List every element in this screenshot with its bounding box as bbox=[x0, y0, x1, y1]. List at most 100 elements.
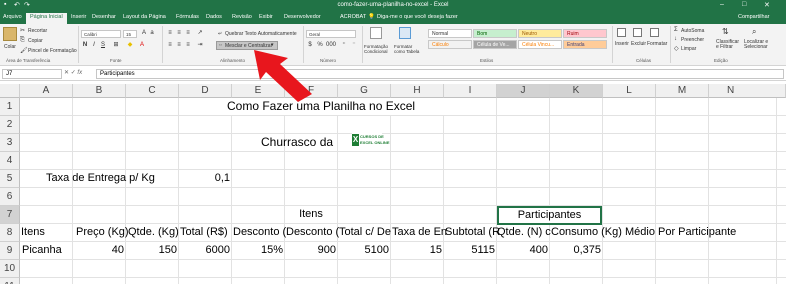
column-header-n[interactable]: N bbox=[709, 84, 786, 98]
increase-decimal-icon[interactable]: ⁺ bbox=[340, 42, 348, 49]
select-all-corner[interactable] bbox=[0, 84, 20, 98]
tab-pagina-inicial[interactable]: Página Inicial bbox=[26, 13, 67, 24]
column-header-g[interactable]: G bbox=[338, 84, 391, 98]
copy-button[interactable]: Copiar bbox=[28, 38, 43, 44]
row-header-7[interactable]: 7 bbox=[0, 206, 20, 224]
align-center-icon[interactable]: ≡ bbox=[175, 42, 183, 49]
cell-b9[interactable]: 40 bbox=[73, 242, 124, 259]
row-header-3[interactable]: 3 bbox=[0, 134, 20, 152]
column-header-i[interactable]: I bbox=[444, 84, 497, 98]
table-header-itens[interactable]: Itens bbox=[21, 224, 45, 241]
row-header-4[interactable]: 4 bbox=[0, 152, 20, 170]
style-celula-vi[interactable]: Célula Vincu... bbox=[518, 40, 562, 49]
cell-f9[interactable]: 900 bbox=[285, 242, 336, 259]
delete-cells-button[interactable]: Excluir bbox=[631, 41, 646, 47]
tab-desenvolvedor[interactable]: Desenvolvedor bbox=[284, 14, 321, 20]
table-header-desconto-pct[interactable]: Desconto ( bbox=[233, 224, 286, 241]
number-format-select[interactable]: Geral bbox=[306, 30, 356, 38]
row-header-1[interactable]: 1 bbox=[0, 98, 20, 116]
tab-formulas[interactable]: Fórmulas bbox=[176, 14, 199, 20]
format-cells-button[interactable]: Formatar bbox=[647, 41, 667, 47]
cell-g9[interactable]: 5100 bbox=[338, 242, 389, 259]
borders-icon[interactable]: ⊞ bbox=[112, 42, 120, 49]
fx-icon[interactable]: fx bbox=[77, 70, 82, 76]
enter-icon[interactable]: ✓ bbox=[71, 70, 76, 76]
row-header-8[interactable]: 8 bbox=[0, 224, 20, 242]
cell-a9[interactable]: Picanha bbox=[22, 242, 62, 259]
grow-font-icon[interactable]: A bbox=[140, 30, 148, 37]
style-bom[interactable]: Bom bbox=[473, 29, 517, 38]
table-header-subtotal[interactable]: Subtotal (R bbox=[445, 224, 500, 241]
tab-revisao[interactable]: Revisão bbox=[232, 14, 252, 20]
orientation-icon[interactable]: ↗ bbox=[196, 30, 204, 37]
name-box[interactable]: J7 bbox=[2, 69, 62, 79]
row-header-10[interactable]: 10 bbox=[0, 260, 20, 278]
tab-exibir[interactable]: Exibir bbox=[259, 14, 273, 20]
column-header-j[interactable]: J bbox=[497, 84, 550, 98]
tab-arquivo[interactable]: Arquivo bbox=[3, 14, 22, 20]
table-header-preco[interactable]: Preço (Kg) bbox=[76, 224, 129, 241]
autosum-button[interactable]: AutoSoma bbox=[681, 28, 704, 34]
column-header-k[interactable]: K bbox=[550, 84, 603, 98]
cell-e7-itens[interactable]: Itens bbox=[285, 206, 337, 223]
paste-button[interactable]: Colar bbox=[4, 44, 16, 50]
table-header-desconto-val[interactable]: Desconto ( bbox=[286, 224, 339, 241]
tab-desenhar[interactable]: Desenhar bbox=[92, 14, 116, 20]
style-ruim[interactable]: Ruim bbox=[563, 29, 607, 38]
style-normal[interactable]: Normal bbox=[428, 29, 472, 38]
column-header-c[interactable]: C bbox=[126, 84, 179, 98]
align-bottom-icon[interactable]: ≡ bbox=[184, 30, 192, 37]
formula-input[interactable]: Participantes bbox=[96, 69, 784, 79]
conditional-format-button[interactable]: Formatação Condicional bbox=[364, 44, 394, 54]
format-table-button[interactable]: Formatar como Tabela bbox=[394, 44, 424, 54]
comma-icon[interactable]: 000 bbox=[326, 42, 336, 49]
italic-icon[interactable]: I bbox=[90, 42, 98, 49]
align-middle-icon[interactable]: ≡ bbox=[175, 30, 183, 37]
cell-k9[interactable]: 0,375 bbox=[550, 242, 601, 259]
cell-j7-participantes[interactable]: Participantes bbox=[497, 206, 602, 225]
table-header-total[interactable]: Total (R$) bbox=[180, 224, 228, 241]
tab-dados[interactable]: Dados bbox=[206, 14, 222, 20]
row-header-2[interactable]: 2 bbox=[0, 116, 20, 134]
column-header-d[interactable]: D bbox=[179, 84, 232, 98]
bold-icon[interactable]: N bbox=[81, 42, 89, 49]
row-header-5[interactable]: 5 bbox=[0, 170, 20, 188]
share-button[interactable]: Compartilhar bbox=[738, 14, 769, 20]
column-header-b[interactable]: B bbox=[73, 84, 126, 98]
cancel-icon[interactable]: ✕ bbox=[64, 70, 69, 76]
clear-button[interactable]: Limpar bbox=[681, 46, 696, 52]
indent-icon[interactable]: ⇥ bbox=[196, 42, 204, 49]
align-left-icon[interactable]: ≡ bbox=[166, 42, 174, 49]
style-neutro[interactable]: Neutro bbox=[518, 29, 562, 38]
row-header-6[interactable]: 6 bbox=[0, 188, 20, 206]
style-calculo[interactable]: Cálculo bbox=[428, 40, 472, 49]
table-header-qtde-n[interactable]: Qtde. (N) c bbox=[497, 224, 551, 241]
cell-a5[interactable]: Taxa de Entrega p/ Kg bbox=[46, 170, 155, 187]
fill-color-icon[interactable]: ◆ bbox=[126, 42, 134, 49]
tab-inserir[interactable]: Inserir bbox=[71, 14, 86, 20]
fill-button[interactable]: Preencher bbox=[681, 37, 704, 43]
cell-d5[interactable]: 0,1 bbox=[202, 170, 230, 187]
cell-f3[interactable]: Churrasco da bbox=[261, 134, 333, 151]
style-celula-ve[interactable]: Célula de Ve... bbox=[473, 40, 517, 49]
cell-i9[interactable]: 5115 bbox=[444, 242, 495, 259]
cell-d9[interactable]: 6000 bbox=[179, 242, 230, 259]
column-header-h[interactable]: H bbox=[391, 84, 444, 98]
cell-j9[interactable]: 400 bbox=[497, 242, 548, 259]
font-color-icon[interactable]: A bbox=[138, 42, 146, 49]
table-header-qtde-kg[interactable]: Qtde. (Kg) bbox=[128, 224, 179, 241]
insert-cells-button[interactable]: Inserir bbox=[615, 41, 629, 47]
wrap-text-button[interactable]: Quebrar Texto Automaticamente bbox=[225, 31, 297, 37]
minimize-icon[interactable]: – bbox=[720, 1, 724, 8]
underline-icon[interactable]: S bbox=[99, 42, 107, 49]
tell-me-search[interactable]: Diga-me o que você deseja fazer bbox=[377, 14, 458, 20]
shrink-font-icon[interactable]: a bbox=[148, 30, 156, 37]
align-right-icon[interactable]: ≡ bbox=[184, 42, 192, 49]
row-header-11[interactable]: 11 bbox=[0, 278, 20, 284]
font-size-select[interactable]: 15 bbox=[123, 30, 137, 38]
column-header-m[interactable]: M bbox=[656, 84, 709, 98]
column-header-a[interactable]: A bbox=[20, 84, 73, 98]
style-entrada[interactable]: Entrada bbox=[563, 40, 607, 49]
decrease-decimal-icon[interactable]: ⁻ bbox=[350, 42, 358, 49]
font-name-select[interactable]: Calibri bbox=[81, 30, 121, 38]
